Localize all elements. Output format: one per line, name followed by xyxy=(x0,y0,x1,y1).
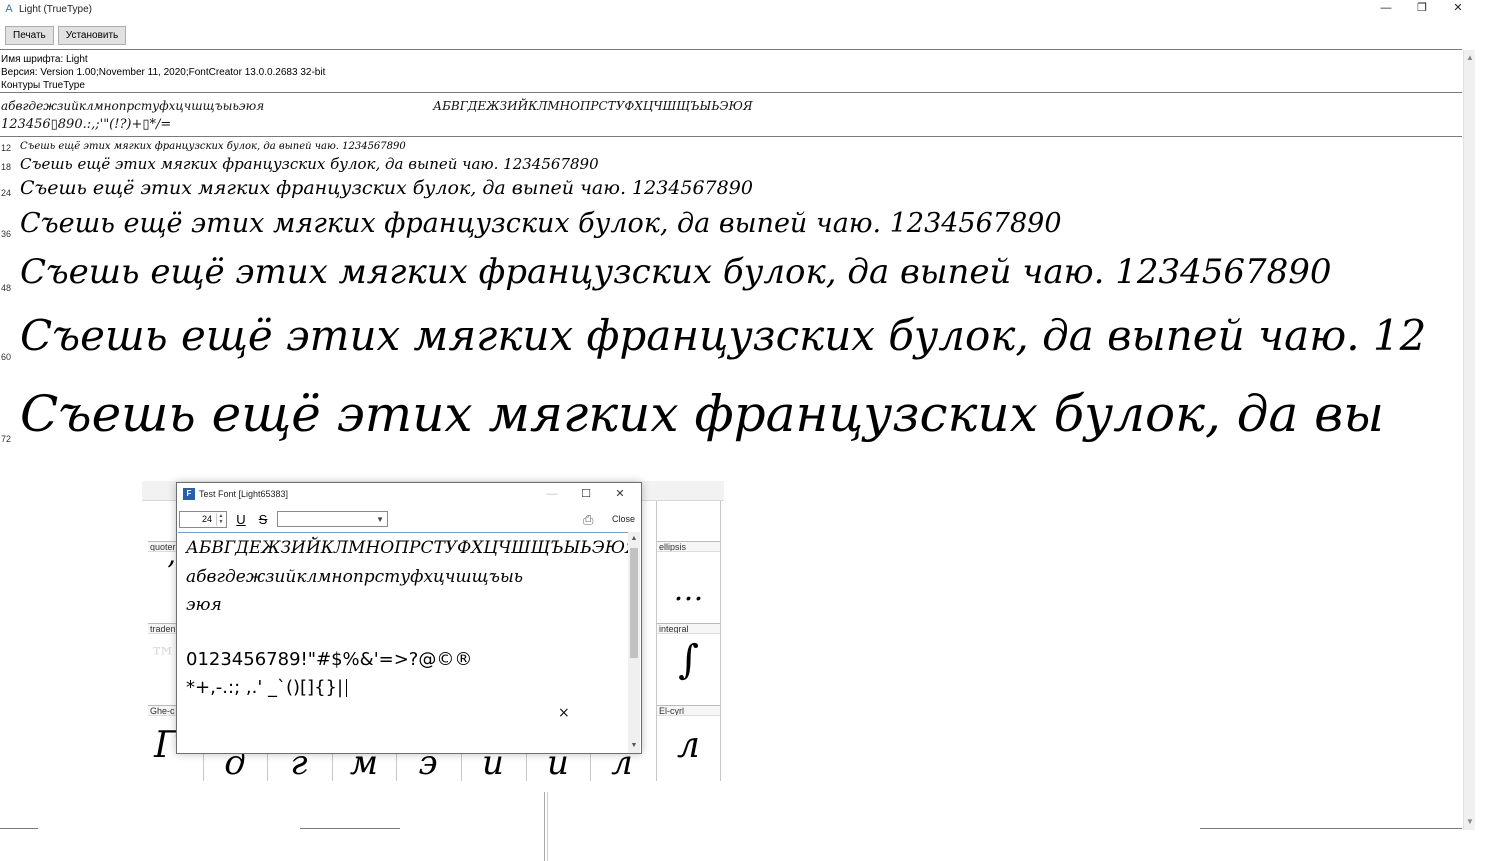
test-line: эюя xyxy=(186,595,222,615)
divider-fragment xyxy=(0,828,38,829)
size-label: 36 xyxy=(1,229,12,239)
toolbar-divider xyxy=(0,49,1462,50)
charset-divider xyxy=(0,136,1462,137)
grid-line xyxy=(461,753,462,781)
charset-lowercase: абвгдежзийклмнопрстуфхцчшщъыьэюя xyxy=(1,99,265,113)
close-button[interactable]: ✕ xyxy=(1440,0,1476,16)
dialog-minimize-button[interactable]: — xyxy=(535,486,569,502)
glyph-cell[interactable]: ∫ xyxy=(657,637,720,683)
info-divider xyxy=(0,92,1462,93)
font-size-spinner[interactable]: 24 ▲ ▼ xyxy=(179,510,227,528)
test-font-dialog: F Test Font [Light65383] — ☐ ✕ 24 ▲ ▼ U S… xyxy=(176,482,642,754)
divider-fragment xyxy=(300,828,400,829)
grid-line xyxy=(590,753,591,781)
grid-line xyxy=(396,753,397,781)
size-label: 12 xyxy=(1,143,12,153)
divider-fragment xyxy=(1200,828,1462,829)
test-line: абвгдежзийклмнопрстуфхцчшщъыь xyxy=(186,567,524,587)
test-line-text: *+,-.:; ,.' _`()[]{}| xyxy=(186,677,344,698)
font-info: Имя шрифта: Light Версия: Version 1.00;N… xyxy=(1,53,325,92)
sample-row-36: 36 Съешь ещё этих мягких французских бул… xyxy=(0,206,1462,246)
minimize-button[interactable]: — xyxy=(1368,0,1404,16)
size-label: 18 xyxy=(1,162,12,172)
sample-text: Съешь ещё этих мягких французских булок,… xyxy=(20,385,1384,443)
sample-text: Съешь ещё этих мягких французских булок,… xyxy=(20,208,1062,239)
glyph-cell[interactable]: Г xyxy=(154,725,178,766)
grid-line xyxy=(267,753,268,781)
main-vertical-scrollbar[interactable]: ▲ ▼ xyxy=(1463,50,1475,830)
underline-button[interactable]: U xyxy=(232,512,250,527)
font-outline-line: Контуры TrueType xyxy=(1,80,85,91)
dialog-title: Test Font [Light65383] xyxy=(199,489,289,499)
glyph-cell[interactable]: ™ xyxy=(148,643,178,673)
window-controls: — ❐ ✕ xyxy=(1368,0,1476,16)
dialog-controls: — ☐ ✕ xyxy=(535,486,637,502)
dialog-close-link[interactable]: Close xyxy=(612,512,635,527)
splitter-line[interactable] xyxy=(544,792,545,861)
sample-text: Съешь ещё этих мягких французских булок,… xyxy=(20,141,406,152)
glyph-label: Ghe-c xyxy=(148,705,178,716)
sample-text: Съешь ещё этих мягких французских булок,… xyxy=(20,252,1332,292)
dialog-toolbar: 24 ▲ ▼ U S ▼ ⎙ Close xyxy=(178,508,640,530)
font-version-line: Версия: Version 1.00;November 11, 2020;F… xyxy=(1,67,326,78)
glyph-label: El-cyrl xyxy=(657,705,720,716)
sample-row-72: 72 Съешь ещё этих мягких французских бул… xyxy=(0,383,1462,451)
scroll-up-icon[interactable]: ▲ xyxy=(628,533,640,545)
glyph-cell[interactable]: л xyxy=(657,725,720,766)
test-text-area[interactable]: АБВГДЕЖЗИЙКЛМНОПРСТУФХЦЧШЩЪЫЬЭЮЯ абвгдеж… xyxy=(178,532,628,753)
install-button[interactable]: Установить xyxy=(57,25,127,45)
grid-line xyxy=(526,753,527,781)
test-line: АБВГДЕЖЗИЙКЛМНОПРСТУФХЦЧШЩЪЫЬЭЮЯ xyxy=(186,538,628,558)
test-line-last: *+,-.:; ,.' _`()[]{}| xyxy=(186,677,348,698)
font-select[interactable]: ▼ xyxy=(277,511,388,527)
glyph-label: traden xyxy=(148,623,178,634)
window-title-bar: A Light (TrueType) — ❐ ✕ xyxy=(0,0,1476,18)
dialog-vertical-scrollbar[interactable]: ▲ ▼ xyxy=(628,532,640,753)
x-glyph: × xyxy=(558,705,570,721)
glyph-cell[interactable]: … xyxy=(657,573,720,608)
toolbar: Печать Установить xyxy=(0,22,127,48)
sample-row-24: 24 Съешь ещё этих мягких французских бул… xyxy=(0,176,1462,206)
grid-line xyxy=(203,753,204,781)
glyph-label: quoter xyxy=(148,541,178,552)
sample-row-12: 12 Съешь ещё этих мягких французских бул… xyxy=(0,140,1462,156)
sample-row-48: 48 Съешь ещё этих мягких французских бул… xyxy=(0,250,1462,302)
chevron-down-icon: ▼ xyxy=(376,515,384,524)
charset-uppercase: АБВГДЕЖЗИЙКЛМНОПРСТУФХЦЧШЩЪЫЬЭЮЯ xyxy=(433,99,753,113)
size-label: 24 xyxy=(1,188,12,198)
dialog-title-bar: F Test Font [Light65383] — ☐ ✕ xyxy=(177,483,641,505)
splitter-line xyxy=(547,792,548,861)
sample-text: Съешь ещё этих мягких французских булок,… xyxy=(20,177,753,199)
print-button[interactable]: Печать xyxy=(5,25,54,45)
glyph-label: ellipsis xyxy=(657,541,720,552)
charset-digits: 123456▯890.:,;'"(!?)+▯*/= xyxy=(1,117,172,132)
font-size-value: 24 xyxy=(201,513,212,524)
dialog-close-button[interactable]: ✕ xyxy=(603,486,637,502)
test-line: 0123456789!"#$%&'=>?@©® xyxy=(186,649,473,670)
size-label: 60 xyxy=(1,352,12,362)
sample-row-18: 18 Съешь ещё этих мягких французских бул… xyxy=(0,155,1462,177)
spinner-arrows-icon[interactable]: ▲ ▼ xyxy=(216,512,225,526)
grid-line xyxy=(720,501,721,781)
size-label: 48 xyxy=(1,283,12,293)
size-label: 72 xyxy=(1,434,12,444)
scroll-thumb[interactable] xyxy=(630,548,638,658)
dialog-maximize-button[interactable]: ☐ xyxy=(569,486,603,502)
scroll-down-icon[interactable]: ▼ xyxy=(1464,816,1476,828)
scroll-up-icon[interactable]: ▲ xyxy=(1464,52,1476,64)
window-title: Light (TrueType) xyxy=(19,3,92,15)
scroll-down-icon[interactable]: ▼ xyxy=(628,740,640,752)
strikethrough-button[interactable]: S xyxy=(254,512,272,527)
text-caret xyxy=(346,679,348,697)
sample-row-60: 60 Съешь ещё этих мягких французских бул… xyxy=(0,309,1462,371)
font-file-icon: A xyxy=(5,3,13,15)
sample-text: Съешь ещё этих мягких французских булок,… xyxy=(20,155,599,173)
glyph-label: integral xyxy=(657,623,720,634)
grid-line xyxy=(332,753,333,781)
font-name-line: Имя шрифта: Light xyxy=(1,54,88,65)
printer-icon[interactable]: ⎙ xyxy=(583,512,601,528)
maximize-button[interactable]: ❐ xyxy=(1404,0,1440,16)
fontcreator-icon: F xyxy=(183,488,195,500)
sample-text: Съешь ещё этих мягких французских булок,… xyxy=(20,311,1427,360)
